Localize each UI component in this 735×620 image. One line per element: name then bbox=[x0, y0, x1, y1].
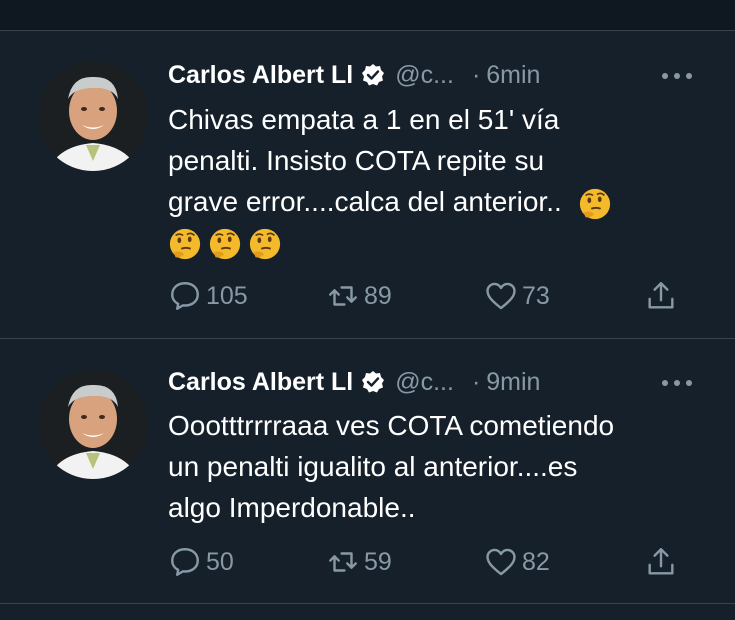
user-handle[interactable]: @c... bbox=[395, 368, 454, 397]
tweet-actions: 50 59 82 bbox=[168, 542, 688, 582]
tweet-text-line: algo Imperdonable.. bbox=[168, 492, 416, 523]
retweet-count: 89 bbox=[364, 281, 392, 310]
like-count: 73 bbox=[522, 281, 550, 310]
reply-icon bbox=[168, 545, 202, 579]
reply-count: 105 bbox=[206, 281, 248, 310]
retweet-count: 59 bbox=[364, 547, 392, 576]
tweet-text-line: grave error....calca del anterior.. bbox=[168, 181, 708, 222]
share-icon bbox=[644, 545, 678, 579]
thinking-face-icon bbox=[248, 227, 282, 261]
user-handle[interactable]: @c... bbox=[395, 61, 454, 90]
reply-button[interactable]: 50 bbox=[168, 542, 234, 582]
heart-icon bbox=[484, 279, 518, 313]
separator-dot: · bbox=[471, 367, 481, 396]
more-options-icon[interactable] bbox=[660, 378, 694, 388]
separator-dot: · bbox=[471, 60, 481, 89]
like-button[interactable]: 82 bbox=[484, 542, 550, 582]
more-options-icon[interactable] bbox=[660, 71, 694, 81]
share-button[interactable] bbox=[644, 276, 682, 316]
retweet-icon bbox=[326, 545, 360, 579]
tweet-text: Chivas empata a 1 en el 51' vía penalti.… bbox=[168, 99, 708, 266]
share-button[interactable] bbox=[644, 542, 682, 582]
avatar[interactable] bbox=[38, 61, 148, 171]
tweet-divider bbox=[0, 603, 735, 604]
retweet-button[interactable]: 59 bbox=[326, 542, 392, 582]
verified-badge-icon bbox=[361, 370, 385, 394]
tweet-actions: 105 89 73 bbox=[168, 276, 688, 316]
top-bar bbox=[0, 0, 735, 31]
heart-icon bbox=[484, 545, 518, 579]
tweet-card[interactable]: Carlos Albert Ll @c... · 6min Chivas emp… bbox=[0, 31, 735, 338]
tweet-card[interactable]: Carlos Albert Ll @c... · 9min Oootttrrrr… bbox=[0, 339, 735, 601]
thinking-face-icon bbox=[578, 187, 612, 221]
tweet-text: Oootttrrrraaa ves COTA cometiendo un pen… bbox=[168, 405, 708, 528]
thinking-face-icon bbox=[168, 227, 202, 261]
avatar-image bbox=[38, 369, 148, 479]
like-count: 82 bbox=[522, 547, 550, 576]
reply-button[interactable]: 105 bbox=[168, 276, 248, 316]
thinking-face-icon bbox=[208, 227, 242, 261]
like-button[interactable]: 73 bbox=[484, 276, 550, 316]
tweet-text-line-content: grave error....calca del anterior.. bbox=[168, 186, 562, 217]
reply-icon bbox=[168, 279, 202, 313]
retweet-icon bbox=[326, 279, 360, 313]
reply-count: 50 bbox=[206, 547, 234, 576]
avatar-image bbox=[38, 61, 148, 171]
emoji-row bbox=[168, 222, 708, 266]
avatar[interactable] bbox=[38, 369, 148, 479]
share-icon bbox=[644, 279, 678, 313]
tweet-text-line: Oootttrrrraaa ves COTA cometiendo bbox=[168, 410, 615, 441]
tweet-text-line: Chivas empata a 1 en el 51' vía bbox=[168, 104, 560, 135]
verified-badge-icon bbox=[361, 63, 385, 87]
tweet-time[interactable]: 6min bbox=[486, 61, 540, 90]
user-name[interactable]: Carlos Albert Ll bbox=[168, 368, 353, 397]
tweet-text-line: un penalti igualito al anterior....es bbox=[168, 451, 578, 482]
user-name[interactable]: Carlos Albert Ll bbox=[168, 61, 353, 90]
tweet-time[interactable]: 9min bbox=[486, 368, 540, 397]
retweet-button[interactable]: 89 bbox=[326, 276, 392, 316]
tweet-text-line: penalti. Insisto COTA repite su bbox=[168, 145, 545, 176]
